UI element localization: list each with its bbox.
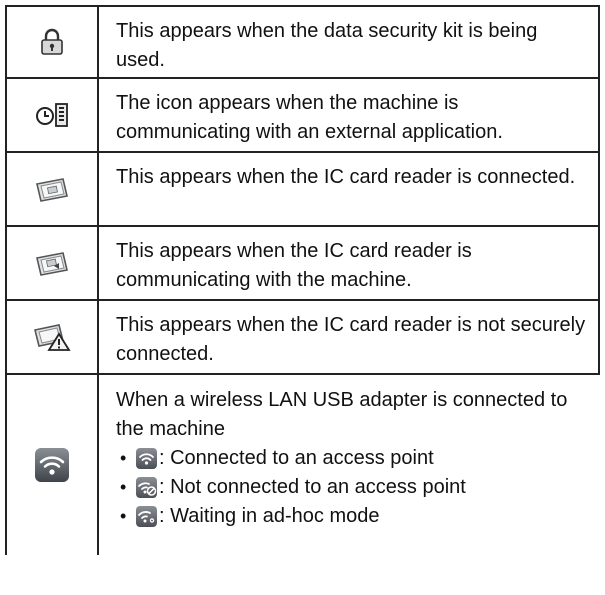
table-row: This appears when the data security kit … — [5, 5, 600, 77]
icon-description-table: This appears when the data security kit … — [5, 5, 600, 555]
ic-card-reader-warning-icon — [33, 322, 71, 352]
bullet: • — [120, 477, 127, 497]
icon-cell — [5, 301, 99, 373]
wireless-lan-icon — [35, 448, 69, 482]
list-item: • : Not connected to an access point — [120, 473, 588, 502]
icon-cell — [5, 7, 99, 77]
icon-cell — [5, 375, 99, 555]
icon-cell — [5, 153, 99, 225]
padlock-icon — [39, 28, 65, 56]
external-app-communication-icon — [34, 101, 70, 129]
icon-cell — [5, 227, 99, 299]
list-item-text: : Connected to an access point — [159, 447, 434, 469]
icon-cell — [5, 79, 99, 151]
bullet: • — [120, 448, 127, 468]
wifi-connected-icon — [136, 448, 157, 469]
ic-card-reader-connected-icon — [34, 175, 70, 203]
table-row: The icon appears when the machine is com… — [5, 77, 600, 151]
wifi-adhoc-icon — [136, 506, 157, 527]
description-text: The icon appears when the machine is com… — [99, 79, 600, 151]
description-text: This appears when the IC card reader is … — [99, 227, 600, 299]
wifi-not-connected-icon — [136, 477, 157, 498]
list-item-text: : Not connected to an access point — [159, 476, 466, 498]
list-item-text: : Waiting in ad-hoc mode — [159, 505, 380, 527]
description-text: When a wireless LAN USB adapter is conne… — [99, 375, 600, 555]
description-text: This appears when the IC card reader is … — [99, 301, 600, 373]
list-item: • : Connected to an access point — [120, 444, 588, 473]
description-text: This appears when the IC card reader is … — [99, 153, 600, 225]
description-text: This appears when the data security kit … — [99, 7, 600, 77]
table-row: This appears when the IC card reader is … — [5, 225, 600, 299]
ic-card-reader-communicating-icon — [34, 249, 70, 277]
table-row: This appears when the IC card reader is … — [5, 151, 600, 225]
list-item: • : Waiting in ad-hoc mode — [120, 502, 588, 531]
wireless-intro-text: When a wireless LAN USB adapter is conne… — [116, 389, 568, 440]
table-row: This appears when the IC card reader is … — [5, 299, 600, 373]
table-row: When a wireless LAN USB adapter is conne… — [5, 373, 600, 555]
bullet: • — [120, 506, 127, 526]
